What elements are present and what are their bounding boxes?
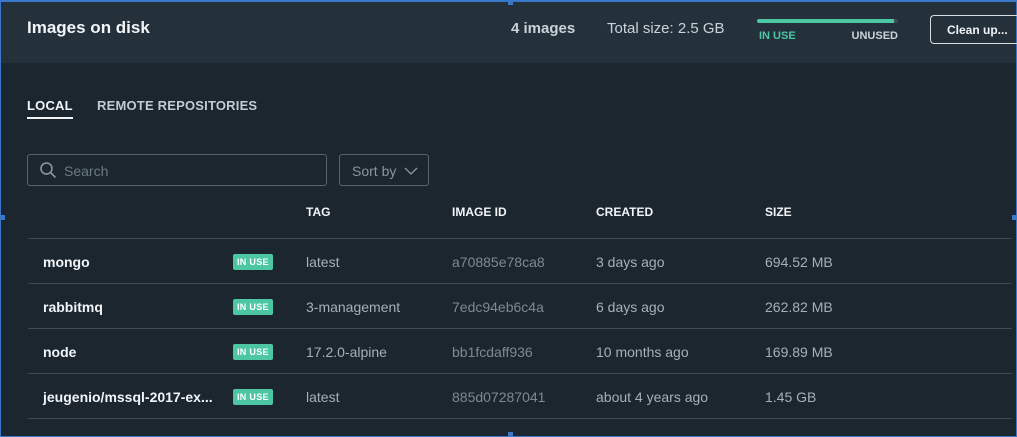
image-created: 6 days ago bbox=[596, 299, 665, 315]
resize-handle[interactable] bbox=[508, 0, 513, 5]
image-name: mongo bbox=[43, 254, 90, 270]
in-use-badge: IN USE bbox=[233, 254, 273, 270]
image-tag: latest bbox=[306, 254, 340, 270]
image-tag: 3-management bbox=[306, 299, 401, 315]
usage-track bbox=[757, 19, 898, 23]
tab-local[interactable]: LOCAL bbox=[27, 98, 73, 113]
clean-up-button[interactable]: Clean up... bbox=[930, 15, 1017, 44]
table-row[interactable]: rabbitmq IN USE 3-management 7edc94eb6c4… bbox=[0, 284, 1017, 329]
tab-remote-repositories[interactable]: REMOTE REPOSITORIES bbox=[97, 98, 257, 113]
images-header: Images on disk 4 images Total size: 2.5 … bbox=[1, 2, 1017, 63]
in-use-badge: IN USE bbox=[233, 344, 273, 360]
in-use-badge: IN USE bbox=[233, 389, 273, 405]
image-name: node bbox=[43, 344, 77, 360]
image-created: 10 months ago bbox=[596, 344, 689, 360]
column-header-image-id[interactable]: IMAGE ID bbox=[452, 205, 507, 219]
row-divider bbox=[28, 418, 1012, 419]
in-use-label: IN USE bbox=[759, 30, 796, 42]
image-size: 1.45 GB bbox=[765, 389, 817, 405]
image-id: 885d07287041 bbox=[452, 389, 546, 405]
sort-label: Sort by bbox=[352, 163, 397, 179]
image-created: about 4 years ago bbox=[596, 389, 709, 405]
table-row[interactable]: jeugenio/mssql-2017-ex... IN USE latest … bbox=[0, 374, 1017, 419]
image-size: 262.82 MB bbox=[765, 299, 833, 315]
in-use-badge: IN USE bbox=[233, 299, 273, 315]
resize-handle[interactable] bbox=[0, 215, 5, 220]
search-box[interactable] bbox=[27, 154, 327, 186]
column-header-tag[interactable]: TAG bbox=[306, 205, 330, 219]
active-tab-indicator bbox=[27, 117, 73, 119]
column-header-created[interactable]: CREATED bbox=[596, 205, 653, 219]
search-input[interactable] bbox=[64, 161, 319, 181]
unused-label: UNUSED bbox=[851, 30, 898, 42]
resize-handle[interactable] bbox=[508, 432, 513, 437]
image-size: 169.89 MB bbox=[765, 344, 833, 360]
chevron-down-icon bbox=[404, 167, 418, 175]
page-title: Images on disk bbox=[27, 18, 150, 37]
disk-usage-bar: IN USE UNUSED bbox=[757, 19, 898, 43]
image-tag: latest bbox=[306, 389, 340, 405]
image-name: jeugenio/mssql-2017-ex... bbox=[43, 389, 213, 405]
image-id: bb1fcdaff936 bbox=[452, 344, 533, 360]
image-id: 7edc94eb6c4a bbox=[452, 299, 544, 315]
image-name: rabbitmq bbox=[43, 299, 103, 315]
image-id: a70885e78ca8 bbox=[452, 254, 545, 270]
table-row[interactable]: mongo IN USE latest a70885e78ca8 3 days … bbox=[0, 239, 1017, 284]
total-size: Total size: 2.5 GB bbox=[607, 20, 725, 37]
image-size: 694.52 MB bbox=[765, 254, 833, 270]
usage-fill bbox=[757, 19, 894, 23]
resize-handle[interactable] bbox=[1012, 215, 1017, 220]
image-count: 4 images bbox=[511, 20, 576, 37]
sort-dropdown[interactable]: Sort by bbox=[339, 154, 429, 186]
image-tag: 17.2.0-alpine bbox=[306, 344, 387, 360]
search-icon bbox=[40, 162, 56, 178]
image-created: 3 days ago bbox=[596, 254, 665, 270]
column-header-size[interactable]: SIZE bbox=[765, 205, 792, 219]
table-row[interactable]: node IN USE 17.2.0-alpine bb1fcdaff936 1… bbox=[0, 329, 1017, 374]
